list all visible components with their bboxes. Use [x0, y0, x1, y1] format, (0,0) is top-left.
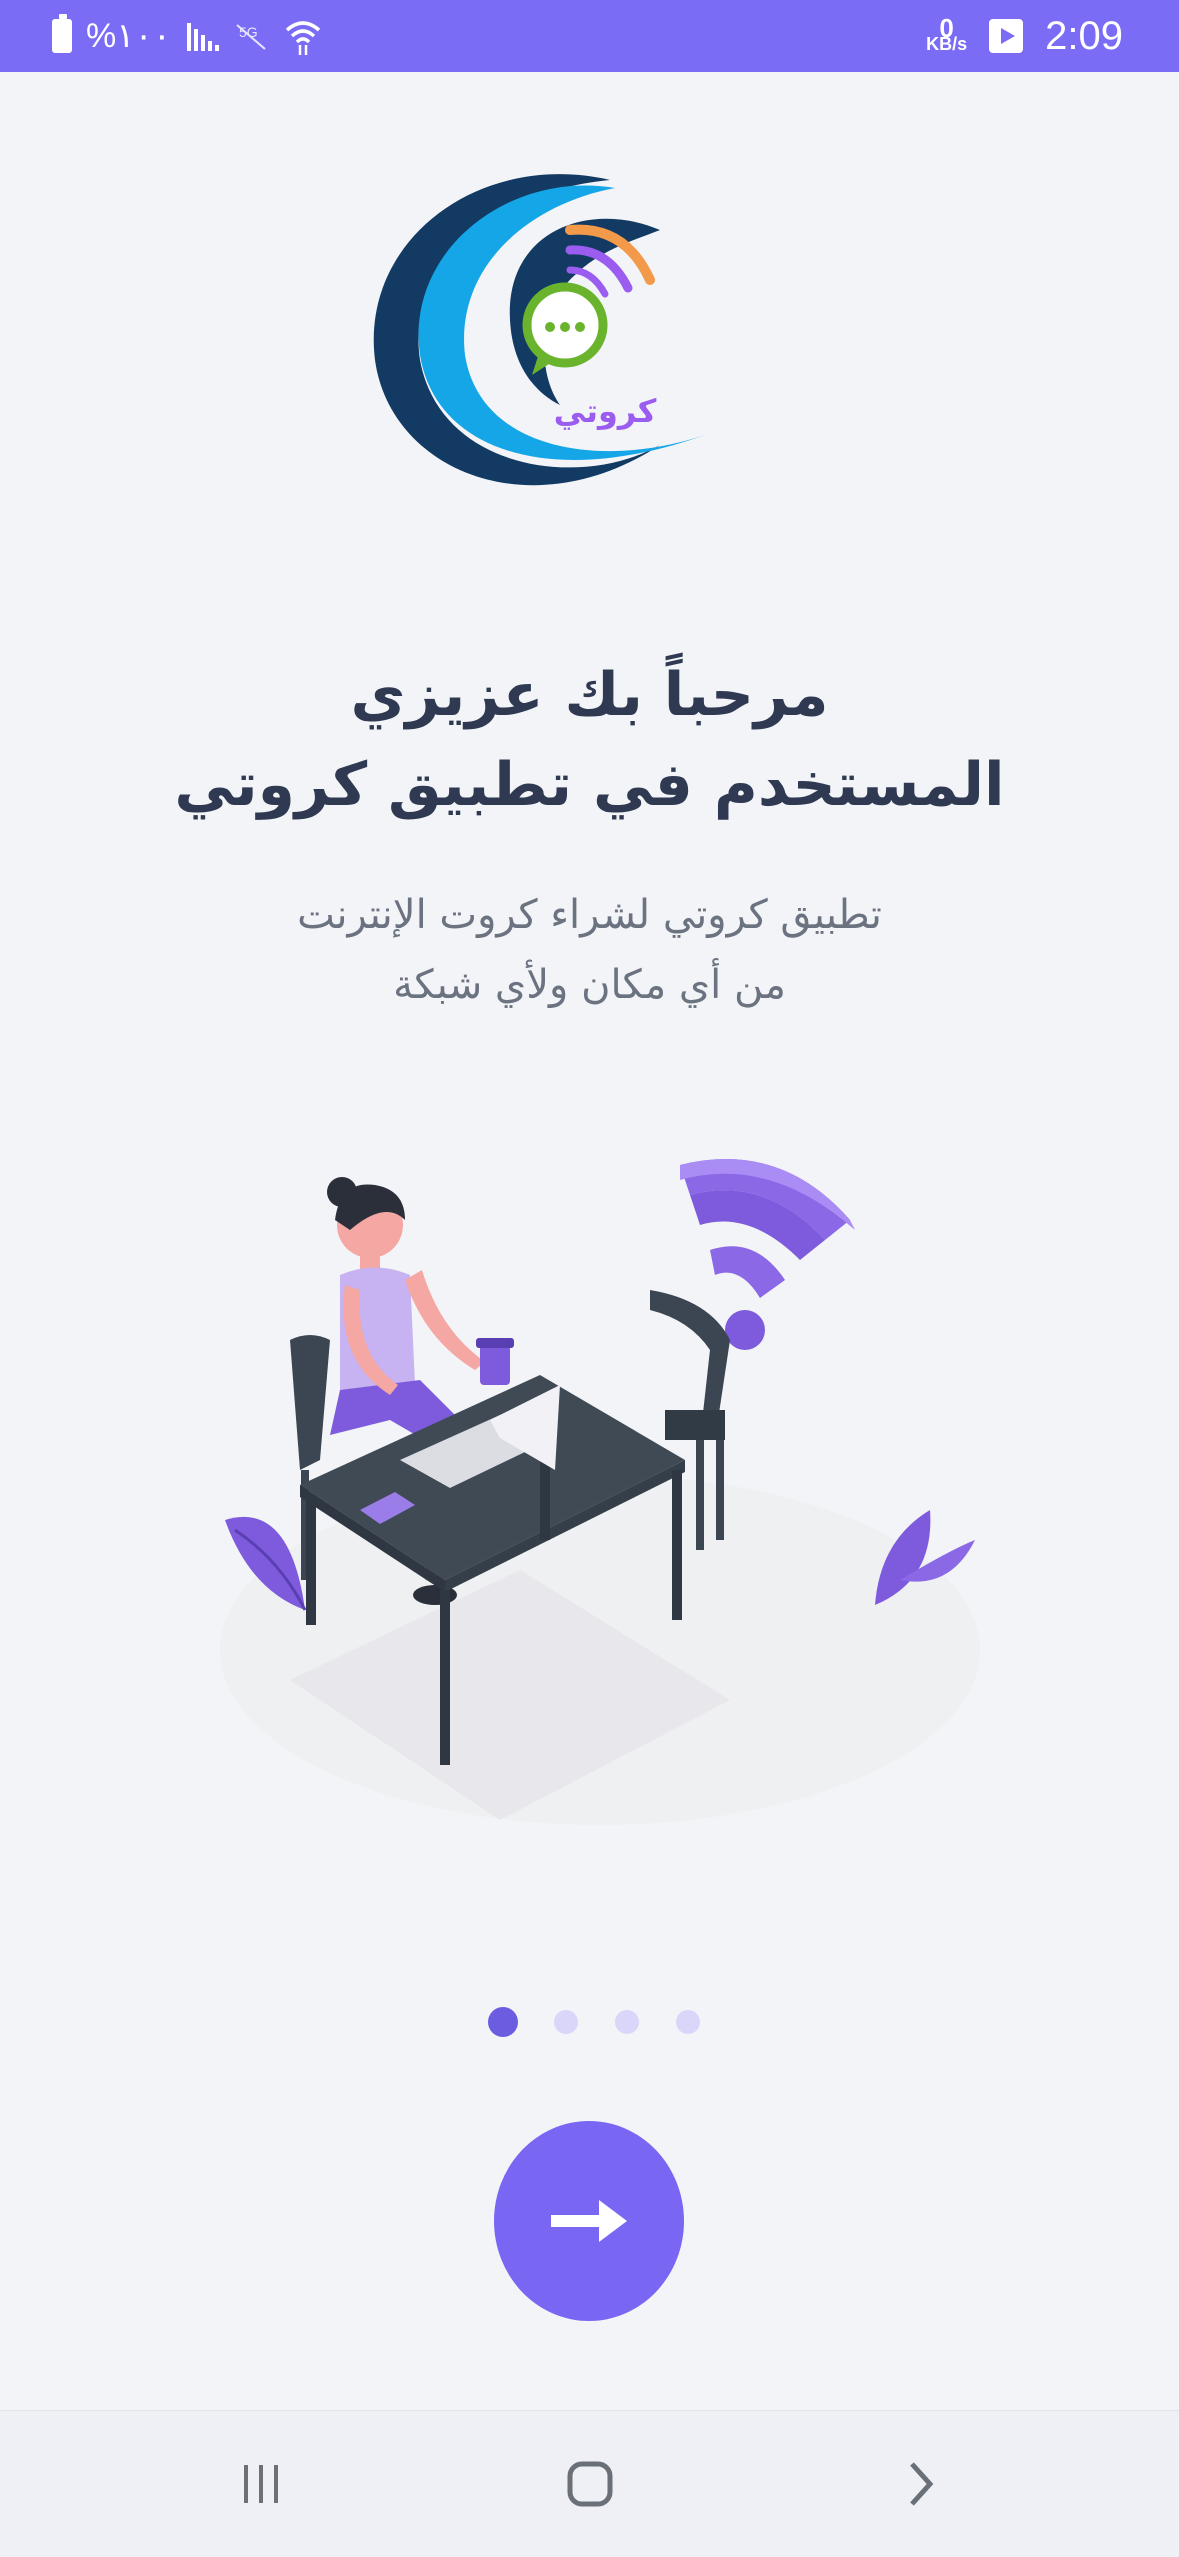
app-logo: كروتي: [373, 174, 705, 486]
status-bar: %١٠٠ 5G 0 KB/s 2:09: [0, 0, 1179, 72]
page-dot-4[interactable]: [676, 2010, 700, 2034]
coffee-cup-icon: [476, 1338, 514, 1385]
onboarding-title: مرحباً بك عزيزي المستخدم في تطبيق كروتي: [0, 650, 1179, 830]
logo-brand-text: كروتي: [554, 392, 657, 430]
description-line-1: تطبيق كروتي لشراء كروت الإنترنت: [297, 892, 882, 938]
title-line-2: المستخدم في تطبيق كروتي: [174, 750, 1005, 820]
page-dot-3[interactable]: [615, 2010, 639, 2034]
recent-apps-icon: [244, 2465, 278, 2503]
battery-icon: [52, 14, 72, 53]
back-icon: [910, 2462, 934, 2506]
data-speed-icon: 0 KB/s: [926, 15, 968, 54]
network-speed-unit: KB/s: [926, 34, 968, 54]
onboarding-description: تطبيق كروتي لشراء كروت الإنترنت من أي مك…: [0, 880, 1179, 1020]
home-button[interactable]: [535, 2439, 645, 2529]
home-icon: [567, 2461, 613, 2507]
back-button[interactable]: [866, 2439, 976, 2529]
title-line-1: مرحباً بك عزيزي: [350, 660, 829, 730]
arrow-right-icon: [551, 2200, 627, 2242]
woman-at-laptop-illustration: [220, 1159, 980, 1825]
no-signal-icon: 5G: [236, 24, 266, 50]
signal-icon: [187, 23, 220, 51]
pagination-dots: [0, 2007, 1179, 2040]
play-store-icon: [989, 19, 1024, 53]
recent-apps-button[interactable]: [206, 2439, 316, 2529]
wifi-icon: [285, 21, 321, 55]
svg-text:5G: 5G: [239, 24, 258, 40]
status-left: %١٠٠ 5G: [52, 0, 323, 72]
page-dot-2[interactable]: [554, 2010, 578, 2034]
description-line-2: من أي مكان ولأي شبكة: [393, 962, 786, 1008]
battery-percent: %١٠٠: [86, 17, 172, 55]
system-nav-bar: [0, 2410, 1179, 2557]
page-dot-1[interactable]: [488, 2007, 518, 2037]
status-right: 0 KB/s 2:09: [926, 0, 1123, 72]
next-button[interactable]: [494, 2121, 684, 2321]
status-time: 2:09: [1045, 13, 1123, 58]
